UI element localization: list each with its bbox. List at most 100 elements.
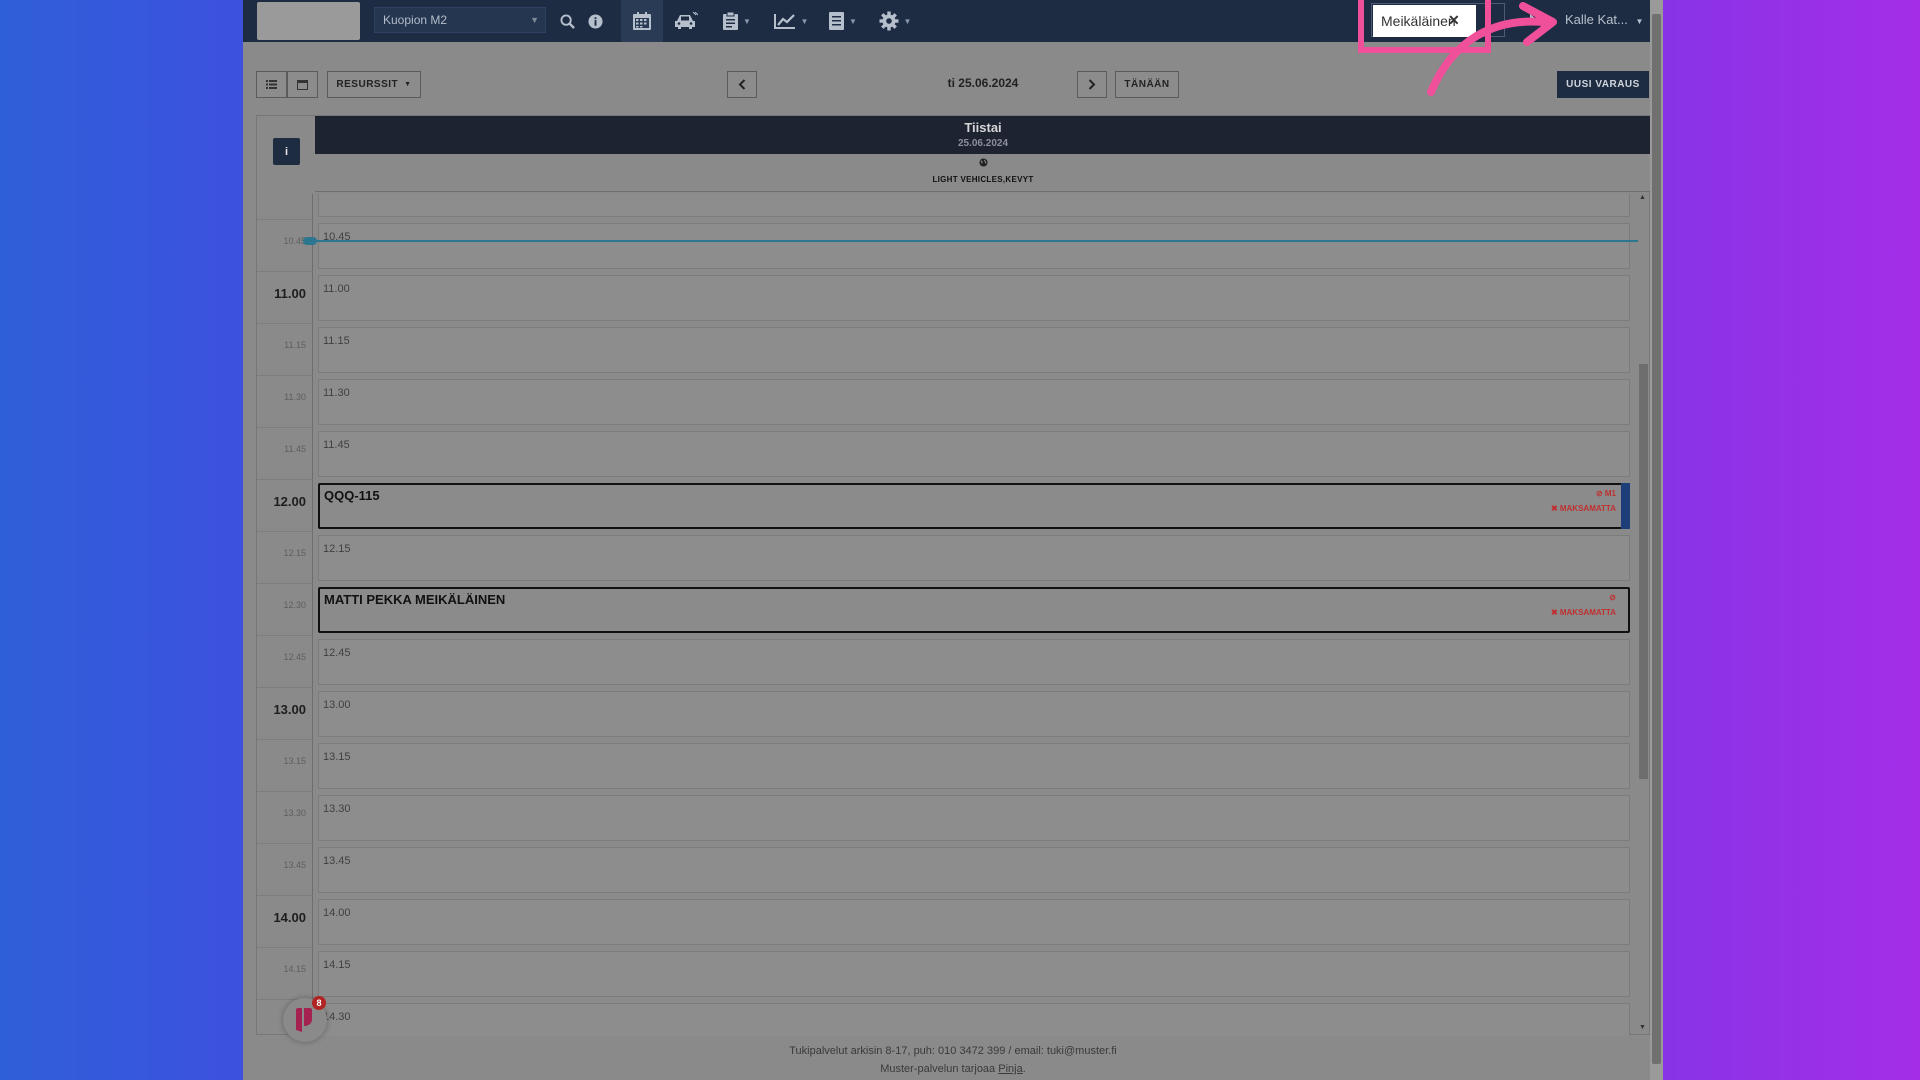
chevron-down-icon: ▼ — [404, 81, 412, 88]
time-row: 12.30 MATTI PEKKA MEIKÄLÄINEN ⊘ ✖ MAKSAMATT… — [257, 584, 1651, 636]
time-row: 12.15 12.15 — [257, 532, 1651, 584]
chevron-right-icon — [1088, 79, 1096, 90]
time-row: 12.00 QQQ-115 ⊘ M1 ✖ MAKSAMATTA — [257, 480, 1651, 532]
time-row: 14.15 14.15 — [257, 948, 1651, 1000]
time-label: 11.00 — [257, 272, 313, 324]
new-booking-button[interactable]: UUSI VARAUS — [1557, 71, 1649, 98]
app-window: Kuopion M2 ▼ ▼ ▼ ▼ ▼ Meikäläinen ✕ Kalle… — [243, 0, 1663, 1080]
chat-logo-icon — [296, 1008, 312, 1032]
time-slot[interactable]: 12.45 — [318, 639, 1630, 685]
day-calendar: i Tiistai 25.06.2024 LIGHT VEHICLES,KEVY… — [256, 115, 1651, 1036]
annotation-highlight-box — [1358, 0, 1491, 53]
time-slot[interactable]: 13.45 — [318, 847, 1630, 893]
chevron-down-icon: ▼ — [903, 16, 912, 26]
time-slot[interactable]: 13.15 — [318, 743, 1630, 789]
document-icon — [829, 12, 845, 30]
location-select[interactable]: Kuopion M2 ▼ — [374, 7, 546, 33]
time-slot[interactable]: 11.45 — [318, 431, 1630, 477]
previous-day-button[interactable] — [727, 71, 757, 98]
time-row: 14.3014.30 — [257, 1000, 1651, 1036]
chevron-left-icon — [738, 79, 746, 90]
chevron-down-icon: ▼ — [743, 16, 751, 26]
scrollbar-thumb[interactable] — [1639, 364, 1648, 779]
calendar-icon[interactable] — [621, 0, 663, 42]
list-view-button[interactable] — [256, 71, 287, 98]
unpaid-status-badge: ✖ MAKSAMATTA — [1550, 504, 1616, 513]
time-slot[interactable]: 10.45 — [318, 223, 1630, 269]
globe-icon — [315, 158, 1651, 170]
location-select-value: Kuopion M2 — [383, 13, 448, 27]
time-label: 11.45 — [257, 428, 313, 480]
booking-card[interactable]: QQQ-115 ⊘ M1 ✖ MAKSAMATTA — [318, 483, 1630, 529]
car-icon[interactable] — [671, 0, 701, 42]
chevron-down-icon: ▼ — [800, 16, 809, 26]
provider-text: Muster-palvelun tarjoaa — [880, 1063, 999, 1075]
time-slot[interactable]: 11.00 — [318, 275, 1630, 321]
info-icon[interactable] — [583, 0, 607, 42]
time-label: 10.30 — [257, 194, 313, 220]
time-slot[interactable]: 10.30 — [318, 194, 1630, 217]
resources-dropdown-label: RESURSSIT — [336, 79, 399, 90]
user-menu[interactable]: Kalle Kat... ▼ — [1565, 12, 1643, 27]
document-menu[interactable]: ▼ — [825, 0, 861, 42]
search-icon[interactable] — [555, 0, 579, 42]
booking-color-bar — [1621, 483, 1630, 529]
time-label: 13.00 — [257, 688, 313, 740]
time-label: 12.30 — [257, 584, 313, 636]
chart-icon — [773, 14, 795, 29]
time-label: 14.15 — [257, 948, 313, 1000]
calendar-small-icon — [297, 80, 308, 90]
day-date: 25.06.2024 — [957, 138, 1009, 149]
resources-dropdown[interactable]: RESURSSIT ▼ — [327, 71, 421, 98]
time-label: 13.30 — [257, 792, 313, 844]
footer: Tukipalvelut arkisin 8-17, puh: 010 3472… — [243, 1042, 1663, 1078]
clipboard-menu[interactable]: ▼ — [719, 0, 755, 42]
resource-name: LIGHT VEHICLES,KEVYT — [932, 175, 1034, 184]
scroll-down-icon[interactable]: ▼ — [1639, 1024, 1646, 1031]
page-scrollbar[interactable] — [1650, 0, 1663, 1080]
time-slot[interactable]: 11.30 — [318, 379, 1630, 425]
booking-resource-tag: ⊘ M1 — [1595, 489, 1616, 498]
time-slot[interactable]: 14.30 — [318, 1003, 1630, 1036]
provider-info: Muster-palvelun tarjoaa Pinja. — [243, 1060, 1663, 1078]
time-slot[interactable]: 12.15 — [318, 535, 1630, 581]
scroll-up-icon[interactable]: ▲ — [1639, 194, 1646, 201]
support-info: Tukipalvelut arkisin 8-17, puh: 010 3472… — [789, 1045, 1117, 1057]
provider-suffix: . — [1022, 1063, 1026, 1075]
booking-card[interactable]: MATTI PEKKA MEIKÄLÄINEN ⊘ ✖ MAKSAMATTA — [318, 587, 1630, 633]
booking-title: MATTI PEKKA MEIKÄLÄINEN — [324, 592, 506, 607]
next-day-button[interactable] — [1077, 71, 1107, 98]
logo[interactable] — [257, 2, 360, 40]
clipboard-icon — [723, 12, 739, 30]
time-row: 11.30 11.30 — [257, 376, 1651, 428]
time-row: 12.45 12.45 — [257, 636, 1651, 688]
today-button[interactable]: TÄNÄÄN — [1115, 71, 1179, 98]
time-row: 11.15 11.15 — [257, 324, 1651, 376]
chevron-down-icon: ▼ — [530, 15, 539, 25]
time-label: 11.15 — [257, 324, 313, 376]
time-slot[interactable]: 13.30 — [318, 795, 1630, 841]
current-time-line — [315, 240, 1638, 242]
time-row: 13.15 13.15 — [257, 740, 1651, 792]
time-slot[interactable]: 11.15 — [318, 327, 1630, 373]
time-row: 11.45 11.45 — [257, 428, 1651, 480]
provider-link[interactable]: Pinja — [998, 1063, 1022, 1075]
gear-icon — [879, 11, 899, 31]
booking-resource-tag: ⊘ — [1609, 593, 1616, 602]
calendar-view-button[interactable] — [287, 71, 318, 98]
time-slot[interactable]: 14.00 — [318, 899, 1630, 945]
settings-menu[interactable]: ▼ — [875, 0, 915, 42]
time-label: 11.30 — [257, 376, 313, 428]
time-slot[interactable]: 13.00 — [318, 691, 1630, 737]
time-label: 13.15 — [257, 740, 313, 792]
page-scrollbar-thumb[interactable] — [1652, 14, 1661, 1064]
info-button[interactable]: i — [273, 138, 300, 165]
reports-menu[interactable]: ▼ — [771, 0, 811, 42]
time-slot[interactable]: 14.15 — [318, 951, 1630, 997]
calendar-scrollbar[interactable]: ▲ ▼ — [1636, 194, 1650, 1036]
chat-widget-button[interactable]: 8 — [283, 996, 327, 1042]
time-label: 12.00 — [257, 480, 313, 532]
time-label: 10.45 — [257, 220, 313, 272]
chevron-down-icon: ▼ — [849, 16, 857, 26]
resource-header[interactable]: LIGHT VEHICLES,KEVYT — [315, 154, 1651, 192]
